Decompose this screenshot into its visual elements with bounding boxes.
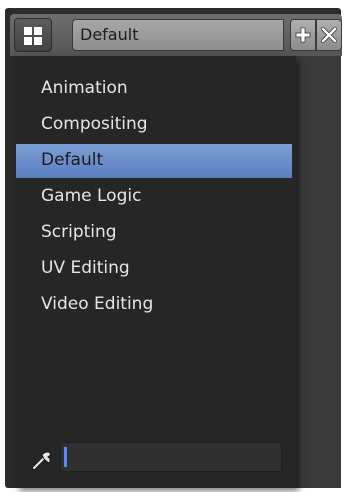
text-caret	[64, 447, 67, 467]
menu-item-animation[interactable]: Animation	[16, 72, 292, 106]
menu-item-default[interactable]: Default	[16, 144, 292, 178]
menu-item-label: UV Editing	[41, 258, 130, 278]
menu-search-row	[30, 440, 284, 474]
menu-item-label: Scripting	[41, 222, 117, 242]
menu-item-label: Default	[41, 150, 104, 170]
remove-layout-button[interactable]	[316, 19, 342, 51]
menu-item-label: Animation	[41, 78, 128, 98]
add-layout-button[interactable]	[290, 19, 316, 51]
menu-search-input[interactable]	[60, 442, 282, 472]
screen-layout-select[interactable]: Default	[72, 19, 284, 51]
search-icon	[32, 451, 51, 470]
screen-layout-grid-icon	[24, 27, 42, 45]
screen-layout-menu: Animation Compositing Default Game Logic…	[16, 56, 296, 488]
menu-item-video-editing[interactable]: Video Editing	[16, 288, 292, 322]
screen-layout-value: Default	[80, 25, 139, 44]
viewport-area	[296, 56, 341, 488]
menu-item-label: Compositing	[41, 114, 148, 134]
menu-item-uv-editing[interactable]: UV Editing	[16, 252, 292, 286]
menu-item-compositing[interactable]: Compositing	[16, 108, 292, 142]
menu-item-scripting[interactable]: Scripting	[16, 216, 292, 250]
menu-item-label: Video Editing	[41, 294, 154, 314]
close-icon	[321, 27, 337, 43]
menu-item-game-logic[interactable]: Game Logic	[16, 180, 292, 214]
plus-icon	[295, 27, 311, 43]
menu-item-label: Game Logic	[41, 186, 142, 206]
screen-layout-button[interactable]	[14, 18, 52, 52]
